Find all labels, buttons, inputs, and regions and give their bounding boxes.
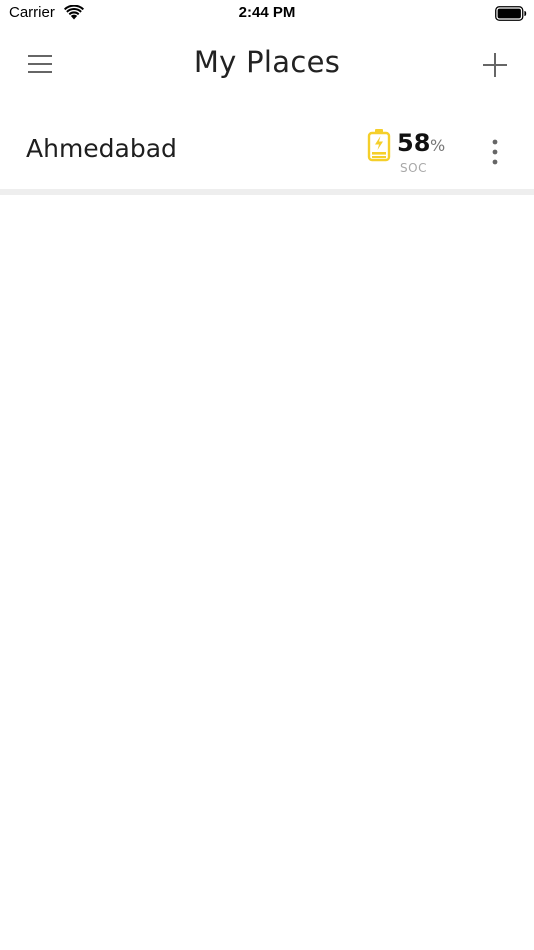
battery-icon bbox=[495, 6, 527, 21]
charging-battery-icon bbox=[367, 129, 391, 162]
add-place-button[interactable] bbox=[480, 50, 510, 80]
status-bar: Carrier 2:44 PM bbox=[0, 0, 534, 28]
page-title: My Places bbox=[193, 45, 341, 79]
more-vertical-icon bbox=[492, 139, 498, 165]
plus-icon bbox=[483, 53, 507, 77]
place-name: Ahmedabad bbox=[26, 134, 177, 163]
place-list-item[interactable]: Ahmedabad 58 % SOC bbox=[0, 112, 534, 188]
row-divider bbox=[0, 189, 534, 195]
navigation-bar: My Places bbox=[0, 36, 534, 94]
place-options-button[interactable] bbox=[482, 138, 508, 166]
soc-unit: % bbox=[430, 136, 446, 155]
soc-label: SOC bbox=[400, 161, 427, 175]
soc-value: 58 bbox=[397, 129, 431, 157]
status-time: 2:44 PM bbox=[238, 4, 296, 21]
